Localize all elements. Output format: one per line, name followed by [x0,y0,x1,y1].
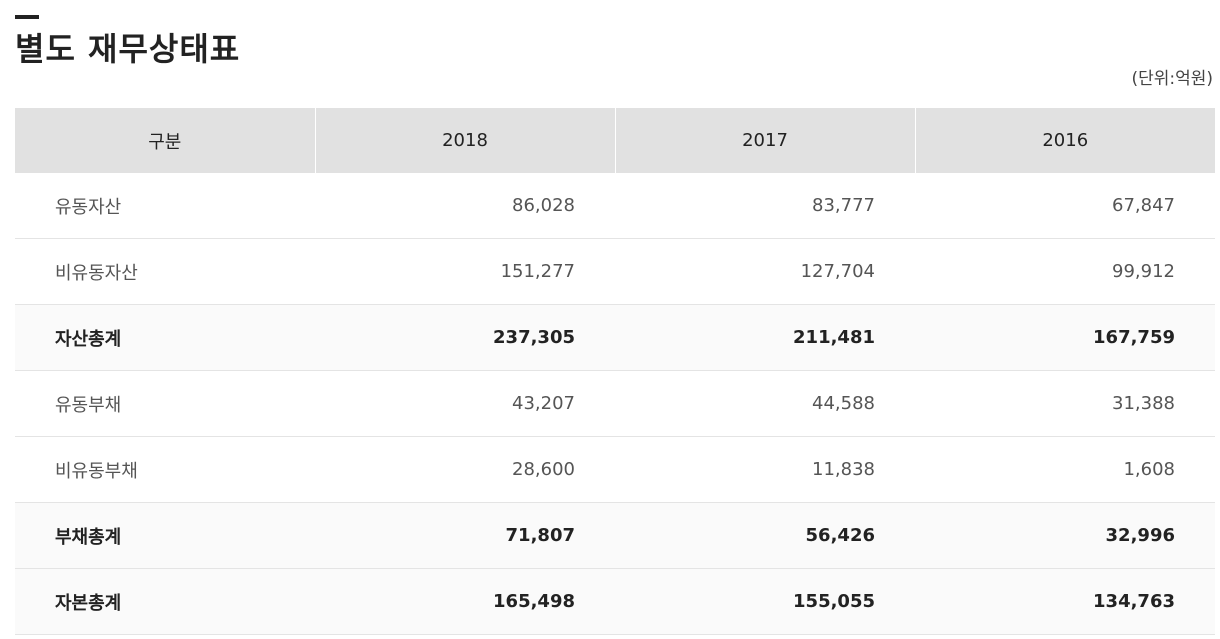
row-label: 유동부채 [15,370,315,437]
row-label: 비유동자산 [15,238,315,305]
title-accent-bar [15,15,39,19]
cell-value: 11,838 [615,436,915,503]
table-row: 비유동부채 28,600 11,838 1,608 [15,436,1215,503]
table-row: 유동자산 86,028 83,777 67,847 [15,173,1215,239]
cell-value: 211,481 [615,304,915,371]
cell-value: 71,807 [315,502,615,569]
cell-value: 99,912 [915,238,1215,305]
cell-value: 127,704 [615,238,915,305]
cell-value: 31,388 [915,370,1215,437]
page-title: 별도 재무상태표 [15,30,241,68]
table-row-total: 자산총계 237,305 211,481 167,759 [15,304,1215,371]
table-row-total: 자본총계 165,498 155,055 134,763 [15,568,1215,635]
table-row: 유동부채 43,207 44,588 31,388 [15,370,1215,437]
cell-value: 28,600 [315,436,615,503]
balance-sheet-table: 구분 2018 2017 2016 유동자산 86,028 83,777 67,… [15,108,1215,635]
unit-note: (단위:억원) [1131,69,1213,89]
row-label: 유동자산 [15,173,315,239]
cell-value: 56,426 [615,502,915,569]
cell-value: 86,028 [315,173,615,239]
cell-value: 237,305 [315,304,615,371]
cell-value: 83,777 [615,173,915,239]
cell-value: 165,498 [315,568,615,635]
cell-value: 167,759 [915,304,1215,371]
row-label: 자산총계 [15,304,315,371]
header-year-2017: 2017 [614,108,915,173]
header-year-2016: 2016 [914,108,1215,173]
row-label: 자본총계 [15,568,315,635]
header-category: 구분 [15,108,315,173]
table-row-total: 부채총계 71,807 56,426 32,996 [15,502,1215,569]
cell-value: 151,277 [315,238,615,305]
header-year-2018: 2018 [314,108,615,173]
cell-value: 134,763 [915,568,1215,635]
cell-value: 43,207 [315,370,615,437]
cell-value: 67,847 [915,173,1215,239]
cell-value: 155,055 [615,568,915,635]
table-header-row: 구분 2018 2017 2016 [15,108,1215,173]
row-label: 부채총계 [15,502,315,569]
row-label: 비유동부채 [15,436,315,503]
cell-value: 44,588 [615,370,915,437]
cell-value: 32,996 [915,502,1215,569]
cell-value: 1,608 [915,436,1215,503]
table-row: 비유동자산 151,277 127,704 99,912 [15,238,1215,305]
